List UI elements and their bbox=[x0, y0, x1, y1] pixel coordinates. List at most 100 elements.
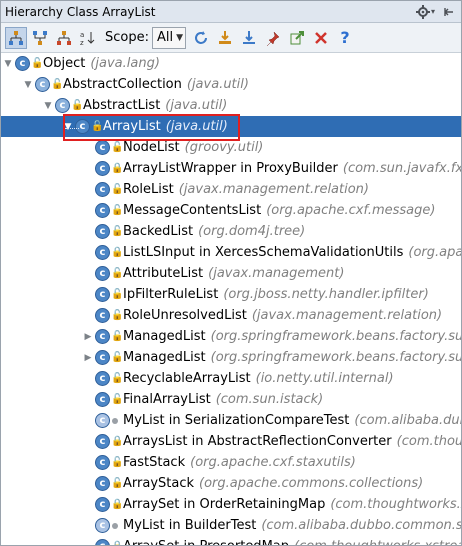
tree-row[interactable]: ▶ c 🔓 ManagedList (org.springframework.beans… bbox=[1, 326, 461, 347]
public-lock-icon: 🔓 bbox=[111, 309, 124, 321]
tree-row[interactable]: c 🔓 IpFilterRuleList (org.jboss.netty.handl… bbox=[1, 284, 461, 305]
scope-select[interactable]: All ▼ bbox=[151, 26, 187, 49]
tree-row[interactable]: c 🔓 BackedList (org.dom4j.tree) bbox=[1, 221, 461, 242]
window-title: Hierarchy Class ArrayList bbox=[5, 4, 156, 19]
tree-row[interactable]: c 🔓 RoleList (javax.management.relation) bbox=[1, 179, 461, 200]
package-name: (org.dom4j.tree) bbox=[198, 224, 306, 239]
public-lock-icon: 🔓 bbox=[111, 372, 124, 384]
class-name: ManagedList bbox=[123, 350, 206, 365]
tree-row[interactable]: c 🔓 FastStack (org.apache.cxf.staxutils) bbox=[1, 452, 461, 473]
class-icon: c🔒 bbox=[95, 496, 123, 513]
tree-row-selected[interactable]: ▼ c 🔓 ArrayList (java.util) bbox=[1, 116, 461, 137]
collapse-arrow-icon[interactable]: ▶ bbox=[83, 353, 93, 363]
class-name: RecyclableArrayList bbox=[123, 371, 251, 386]
private-lock-icon: 🔒 bbox=[111, 498, 124, 510]
class-icon: c 🔓 bbox=[95, 454, 123, 471]
tree-row[interactable]: c 🔓 FinalArrayList (com.sun.istack) bbox=[1, 389, 461, 410]
public-lock-icon: 🔓 bbox=[111, 351, 124, 363]
scope-select-value: All bbox=[156, 30, 174, 45]
tree-row[interactable]: ▼ c 🔓 AbstractCollection (java.util) bbox=[1, 74, 461, 95]
class-name: ArraysList in AbstractReflectionConverte… bbox=[123, 434, 392, 449]
pin-icon[interactable] bbox=[443, 6, 455, 18]
public-lock-icon: 🔓 bbox=[91, 120, 104, 132]
class-name: ArraySet in PresortedMap bbox=[123, 539, 289, 545]
class-icon: c 🔓 bbox=[95, 475, 123, 492]
package-name: (javax.management.relation) bbox=[178, 182, 369, 197]
public-lock-icon: 🔓 bbox=[111, 288, 124, 300]
package-private-icon bbox=[112, 417, 118, 424]
tree-row[interactable]: c 🔓 MessageContentsList (org.apache.cxf.mes… bbox=[1, 200, 461, 221]
class-icon: c 🔓 bbox=[95, 391, 123, 408]
tree-row[interactable]: c 🔒 ListLSInput in XercesSchemaValidationU… bbox=[1, 242, 461, 263]
package-name: (java.lang) bbox=[90, 56, 160, 71]
package-name: (com.thoughtworks.xs bbox=[330, 497, 461, 512]
supertypes-icon[interactable] bbox=[29, 27, 51, 49]
package-name: (org.apache.cxf.message) bbox=[266, 203, 436, 218]
class-name: Object bbox=[43, 56, 86, 71]
class-icon: c 🔓 bbox=[95, 328, 123, 345]
class-name: ArrayList bbox=[103, 119, 161, 134]
gear-icon[interactable]: ▾ bbox=[415, 4, 435, 19]
private-lock-icon: 🔒 bbox=[111, 162, 124, 174]
tree-row[interactable]: c 🔓 NodeList (groovy.util) bbox=[1, 137, 461, 158]
class-icon: c 🔓 bbox=[95, 286, 123, 303]
class-name: ArrayStack bbox=[123, 476, 195, 491]
class-icon: c 🔓 bbox=[95, 370, 123, 387]
tree-row[interactable]: c🔒ArraySet in PresortedMap (com.thoughtwo… bbox=[1, 536, 461, 545]
class-icon: c 🔓 bbox=[75, 118, 103, 135]
expand-all-icon[interactable] bbox=[238, 27, 260, 49]
private-lock-icon: 🔒 bbox=[111, 435, 124, 447]
title-bar: Hierarchy Class ArrayList ▾ bbox=[1, 1, 461, 23]
expand-arrow-icon[interactable]: ▼ bbox=[3, 59, 13, 69]
class-icon: c 🔓 bbox=[95, 181, 123, 198]
collapse-arrow-icon[interactable]: ▶ bbox=[83, 332, 93, 342]
package-name: (java.util) bbox=[186, 77, 249, 92]
expand-arrow-icon[interactable]: ▼ bbox=[63, 122, 73, 132]
package-name: (javax.management.relation) bbox=[251, 308, 443, 323]
tree-row[interactable]: c 🔓 RecyclableArrayList (io.netty.util.inte… bbox=[1, 368, 461, 389]
help-icon[interactable]: ? bbox=[334, 27, 356, 49]
public-lock-icon: 🔓 bbox=[111, 183, 124, 195]
subtypes-icon[interactable] bbox=[53, 27, 75, 49]
class-name: AbstractList bbox=[83, 98, 161, 113]
pin-tab-icon[interactable] bbox=[262, 27, 284, 49]
class-icon: c bbox=[95, 517, 119, 534]
hierarchy-tree[interactable]: ▼ c 🔓 Object (java.lang) ▼ c 🔓 AbstractCollectio… bbox=[1, 53, 461, 545]
class-name: RoleList bbox=[123, 182, 174, 197]
close-icon[interactable] bbox=[310, 27, 332, 49]
toolbar: az Scope: All ▼ ? bbox=[1, 23, 461, 53]
refresh-icon[interactable] bbox=[190, 27, 212, 49]
package-name: (java.util) bbox=[165, 98, 228, 113]
public-lock-icon: 🔓 bbox=[111, 393, 124, 405]
class-name: RoleUnresolvedList bbox=[123, 308, 247, 323]
class-hierarchy-icon[interactable] bbox=[5, 26, 27, 49]
tree-row[interactable]: ▶ c 🔓 ManagedList (org.springframework.beans… bbox=[1, 347, 461, 368]
class-icon: c 🔓 bbox=[95, 265, 123, 282]
export-icon[interactable] bbox=[214, 27, 236, 49]
tree-row[interactable]: ▼ c 🔓 AbstractList (java.util) bbox=[1, 95, 461, 116]
class-icon: c🔒 bbox=[95, 433, 123, 450]
expand-arrow-icon[interactable]: ▼ bbox=[23, 80, 33, 90]
chevron-down-icon: ▼ bbox=[176, 32, 184, 43]
expand-arrow-icon[interactable]: ▼ bbox=[43, 101, 53, 111]
tree-row[interactable]: c 🔒 ArrayListWrapper in ProxyBuilder (com.s… bbox=[1, 158, 461, 179]
class-icon: c🔒 bbox=[95, 160, 123, 177]
public-lock-icon: 🔓 bbox=[111, 204, 124, 216]
class-icon: c 🔓 bbox=[95, 307, 123, 324]
tree-row[interactable]: ▼ c 🔓 Object (java.lang) bbox=[1, 53, 461, 74]
tree-row[interactable]: c MyList in BuilderTest (com.alibaba.dubbo… bbox=[1, 515, 461, 536]
tree-row[interactable]: c MyList in SerializationCompareTest (com.… bbox=[1, 410, 461, 431]
class-name: ManagedList bbox=[123, 329, 206, 344]
jump-to-source-icon[interactable] bbox=[286, 27, 308, 49]
class-icon: c 🔓 bbox=[15, 55, 43, 72]
class-name: AttributeList bbox=[123, 266, 204, 281]
tree-row[interactable]: c 🔓 ArrayStack (org.apache.commons.collecti… bbox=[1, 473, 461, 494]
tree-row[interactable]: c 🔒 ArraySet in OrderRetainingMap (com.thou… bbox=[1, 494, 461, 515]
public-lock-icon: 🔓 bbox=[31, 57, 44, 69]
class-name: ListLSInput in XercesSchemaValidationUti… bbox=[123, 245, 404, 260]
tree-row[interactable]: c 🔒 ArraysList in AbstractReflectionConver… bbox=[1, 431, 461, 452]
tree-row[interactable]: c 🔓 RoleUnresolvedList (javax.management.re… bbox=[1, 305, 461, 326]
tree-row[interactable]: c 🔓 AttributeList (javax.management) bbox=[1, 263, 461, 284]
sort-alphabetically-icon[interactable]: az bbox=[77, 27, 99, 49]
class-icon: c 🔓 bbox=[95, 139, 123, 156]
